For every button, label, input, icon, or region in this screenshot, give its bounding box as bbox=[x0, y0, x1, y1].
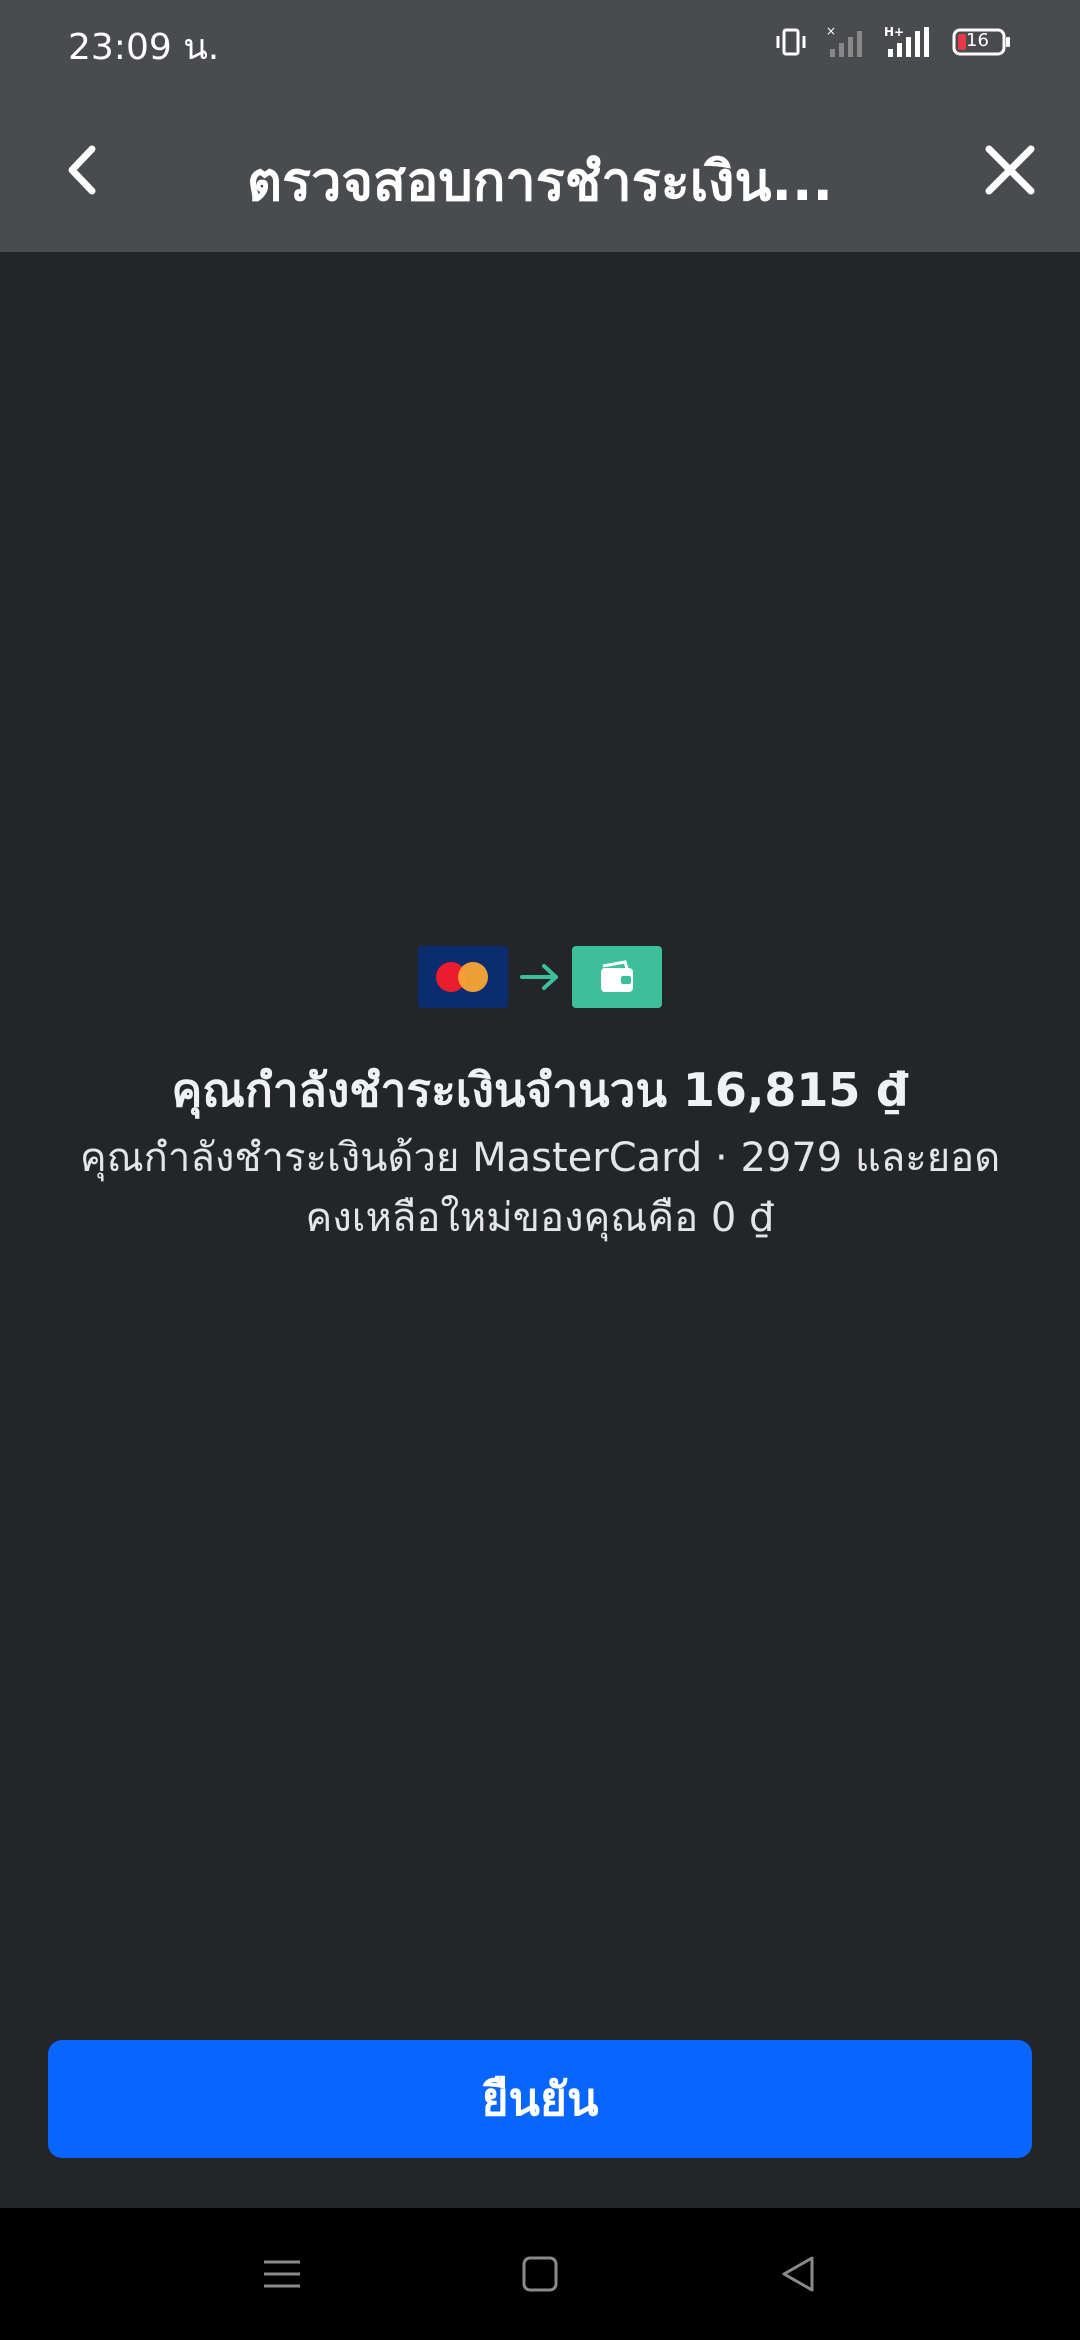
signal-icon-sim2: H+ bbox=[884, 25, 934, 59]
svg-text:×: × bbox=[826, 25, 836, 38]
wallet-icon bbox=[572, 946, 662, 1008]
menu-icon bbox=[264, 2260, 300, 2288]
svg-text:H+: H+ bbox=[884, 25, 904, 39]
navigation-bar bbox=[0, 2208, 1080, 2340]
screen: 23:09 น. × H+ 16 ตรวจสอบการชำระเงิน... ค… bbox=[0, 0, 1080, 2340]
payment-amount: คุณกำลังชำระเงินจำนวน 16,815 ₫ bbox=[171, 1063, 909, 1117]
payment-description: คุณกำลังชำระเงินด้วย MasterCard · 2979 แ… bbox=[50, 1128, 1030, 1248]
vibrate-icon bbox=[774, 25, 808, 59]
close-button[interactable] bbox=[968, 128, 1052, 212]
home-button[interactable] bbox=[516, 2250, 564, 2298]
arrow-right-icon bbox=[508, 946, 572, 1008]
close-icon bbox=[985, 145, 1035, 195]
payment-description-line2: คงเหลือใหม่ของคุณคือ 0 ₫ bbox=[305, 1195, 775, 1241]
status-icons: × H+ 16 bbox=[774, 22, 1012, 62]
payment-description-line1: คุณกำลังชำระเงินด้วย MasterCard · 2979 แ… bbox=[79, 1135, 1001, 1181]
signal-icon-sim1: × bbox=[826, 25, 866, 59]
status-bar: 23:09 น. × H+ 16 bbox=[0, 0, 1080, 84]
mastercard-icon bbox=[418, 946, 508, 1008]
home-icon bbox=[522, 2256, 558, 2292]
status-time: 23:09 น. bbox=[68, 27, 220, 68]
battery-level: 16 bbox=[966, 30, 989, 51]
app-bar: ตรวจสอบการชำระเงิน... bbox=[0, 84, 1080, 252]
confirm-button[interactable]: ยืนยัน bbox=[48, 2040, 1032, 2158]
nav-back-button[interactable] bbox=[774, 2250, 822, 2298]
back-icon bbox=[68, 145, 96, 195]
battery-icon: 16 bbox=[952, 27, 1012, 57]
back-triangle-icon bbox=[782, 2256, 814, 2292]
back-button[interactable] bbox=[40, 128, 124, 212]
page-title: ตรวจสอบการชำระเงิน... bbox=[247, 150, 833, 213]
menu-button[interactable] bbox=[258, 2250, 306, 2298]
payment-graphic bbox=[418, 946, 662, 1008]
